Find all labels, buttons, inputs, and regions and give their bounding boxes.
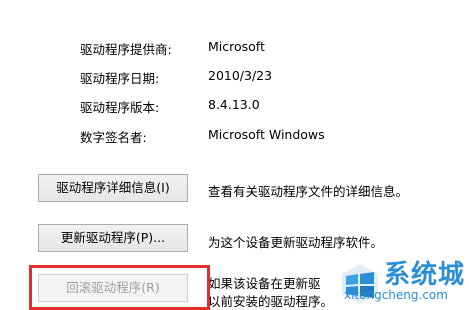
provider-label: 驱动程序提供商: — [80, 42, 172, 57]
date-row: 驱动程序日期: 2010/3/23 — [0, 68, 469, 86]
signer-row: 数字签名者: Microsoft Windows — [0, 127, 469, 145]
site-watermark: 系统城 xitongcheng.com — [300, 248, 469, 310]
date-label: 驱动程序日期: — [80, 71, 160, 86]
watermark-cn-text: 系统城 — [384, 260, 466, 290]
provider-value: Microsoft — [208, 39, 265, 54]
date-value: 2010/3/23 — [208, 68, 273, 83]
update-driver-button[interactable]: 更新驱动程序(P)... — [38, 224, 188, 252]
provider-row: 驱动程序提供商: Microsoft — [0, 39, 469, 57]
signer-label: 数字签名者: — [80, 130, 147, 145]
signer-value: Microsoft Windows — [208, 127, 325, 142]
driver-properties-panel: 驱动程序提供商: Microsoft 驱动程序日期: 2010/3/23 驱动程… — [0, 0, 469, 310]
version-value: 8.4.13.0 — [208, 97, 260, 112]
version-row: 驱动程序版本: 8.4.13.0 — [0, 97, 469, 115]
driver-details-button[interactable]: 驱动程序详细信息(I) — [38, 174, 188, 202]
rollback-highlight-box — [29, 265, 210, 310]
watermark-en-text: xitongcheng.com — [344, 288, 448, 302]
version-label: 驱动程序版本: — [80, 100, 160, 115]
driver-details-description: 查看有关驱动程序文件的详细信息。 — [208, 184, 409, 199]
